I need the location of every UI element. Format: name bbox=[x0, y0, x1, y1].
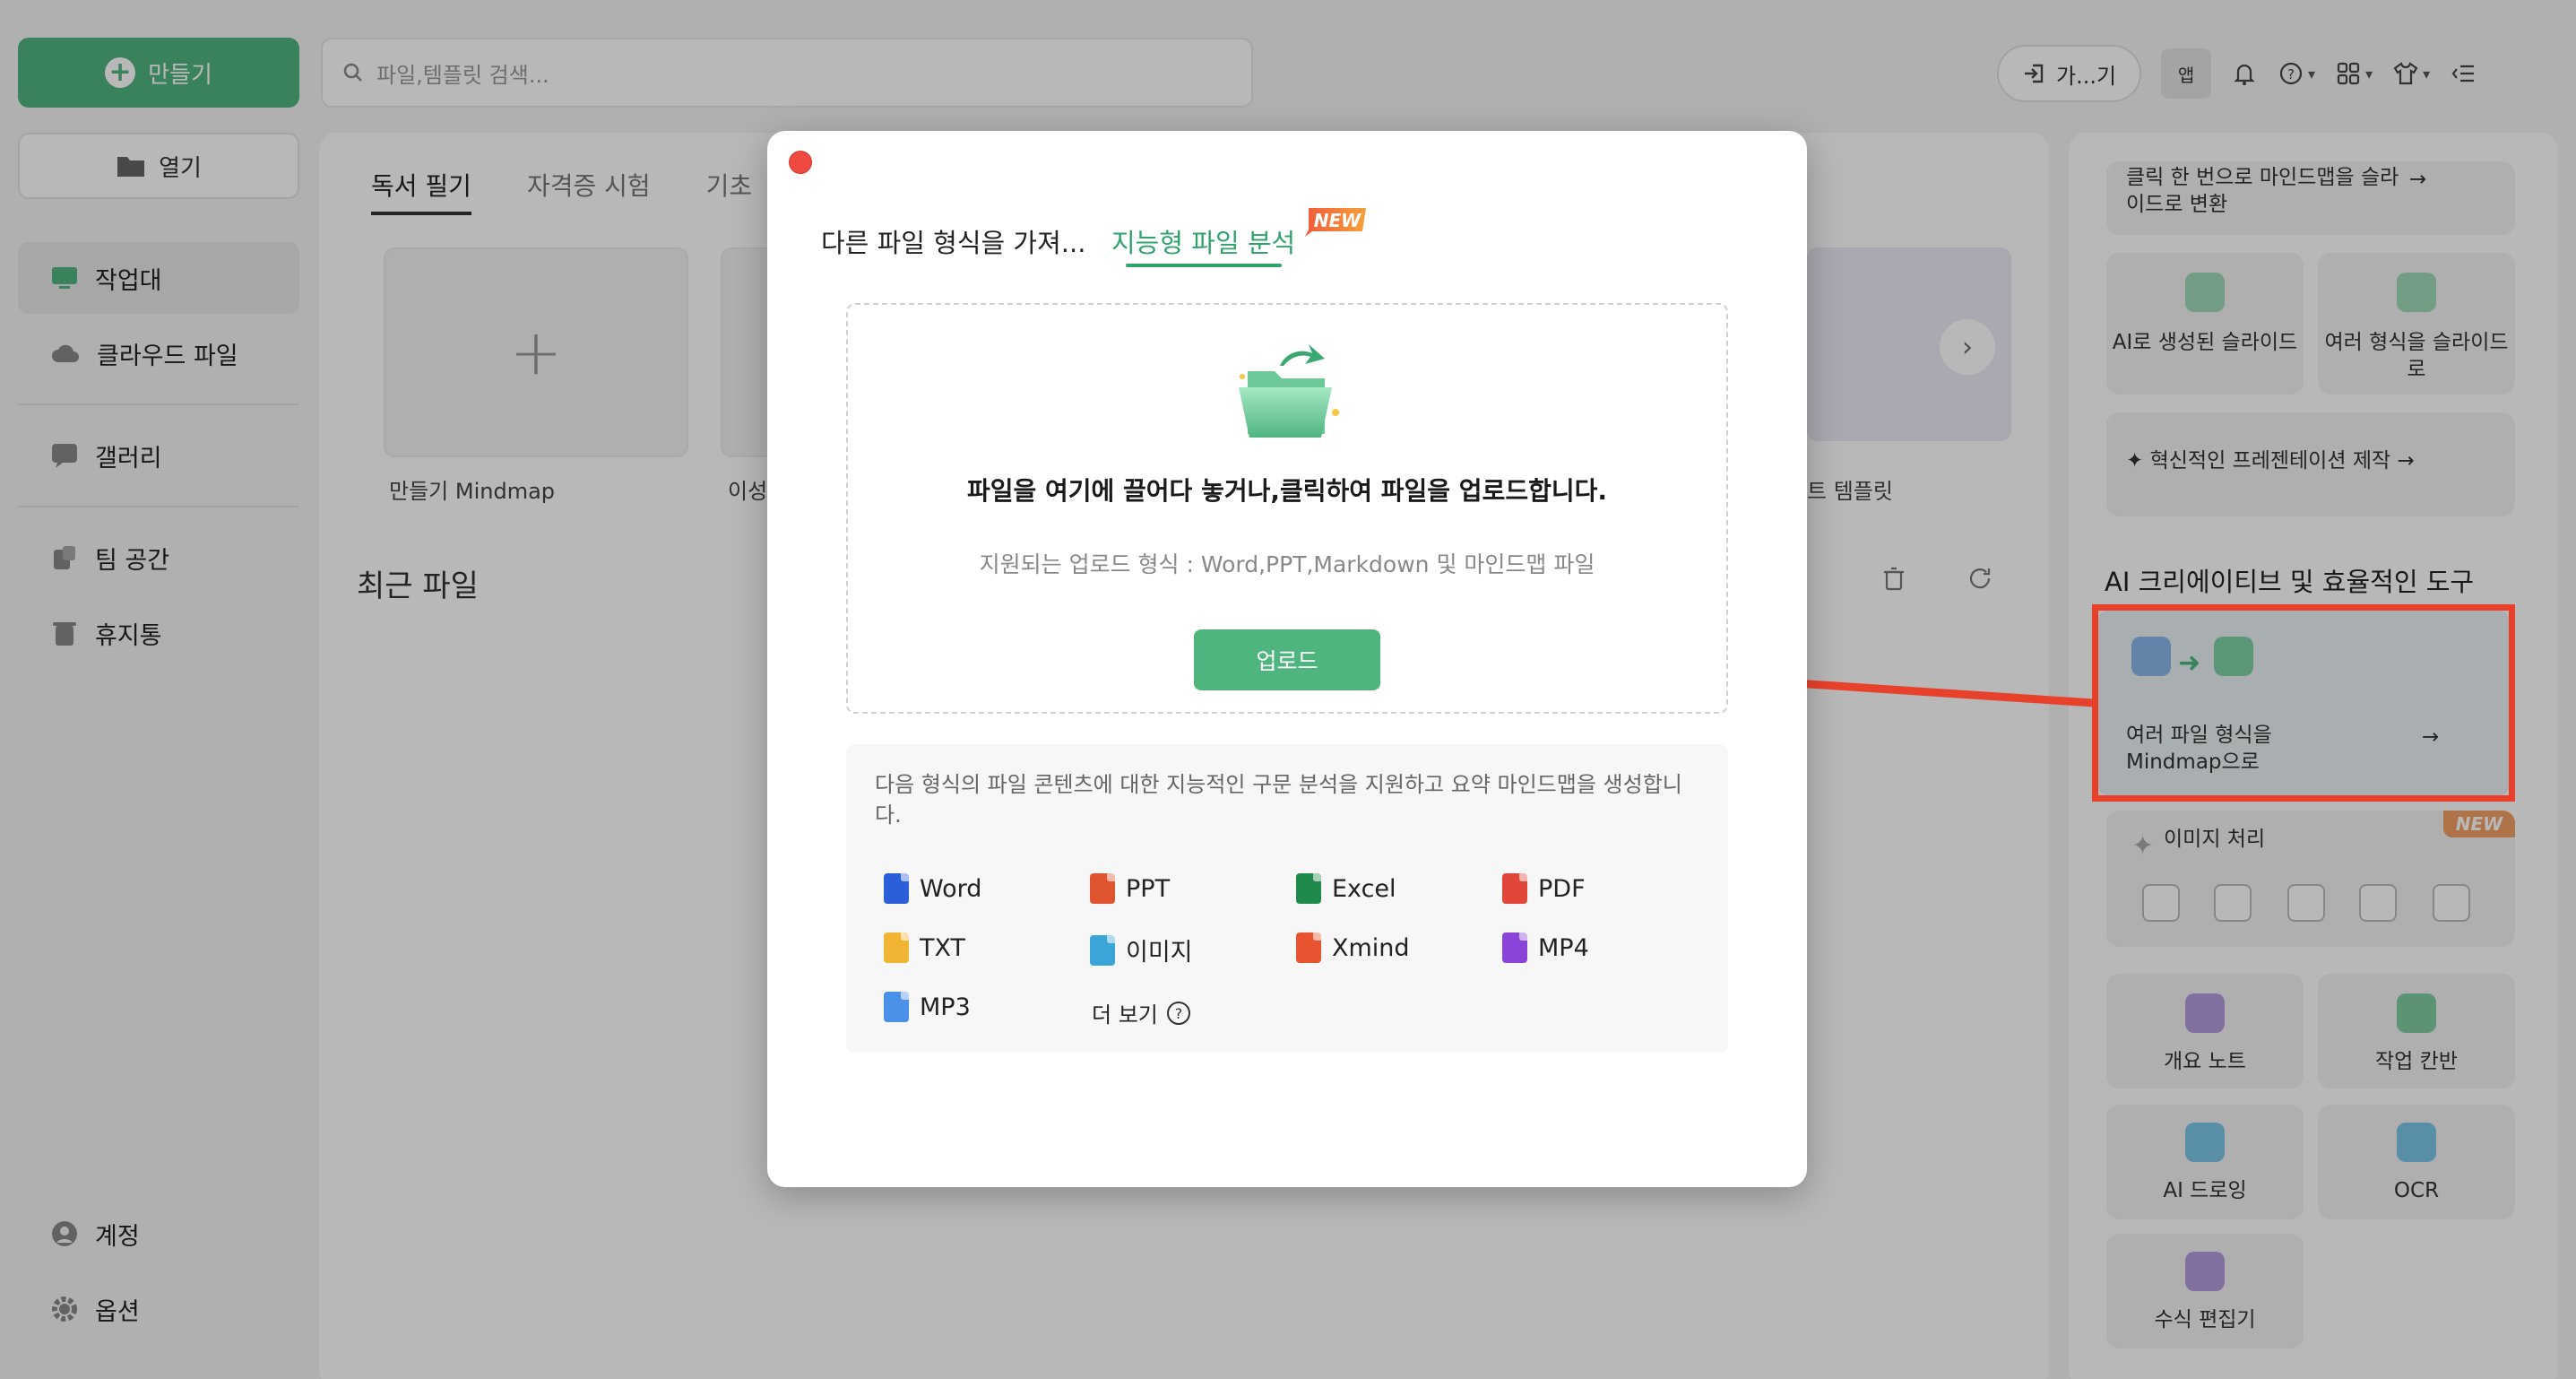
format-excel: Excel bbox=[1296, 873, 1396, 904]
tab-import-formats[interactable]: 다른 파일 형식을 가져... bbox=[821, 222, 1085, 260]
format-pdf: PDF bbox=[1502, 873, 1586, 904]
mp3-icon bbox=[884, 992, 909, 1022]
more-formats-link[interactable]: 더 보기 ? bbox=[1092, 997, 1192, 1028]
format-label: MP3 bbox=[920, 993, 971, 1021]
format-label: 이미지 bbox=[1126, 939, 1193, 967]
format-label: MP4 bbox=[1538, 933, 1589, 962]
open-folder-icon bbox=[1235, 335, 1344, 445]
format-label: TXT bbox=[920, 933, 966, 962]
image-icon bbox=[1090, 934, 1115, 966]
upload-button[interactable]: 업로드 bbox=[1194, 629, 1380, 690]
format-word: Word bbox=[884, 873, 981, 904]
smart-analysis-description: 다음 형식의 파일 콘텐츠에 대한 지능적인 구문 분석을 지원하고 요약 마인… bbox=[875, 772, 1682, 828]
format-image: 이미지 bbox=[1090, 932, 1193, 967]
new-badge-label: NEW bbox=[1313, 210, 1361, 231]
close-icon[interactable] bbox=[789, 151, 812, 174]
format-mp4: MP4 bbox=[1502, 932, 1589, 963]
format-txt: TXT bbox=[884, 932, 965, 963]
help-circle-icon[interactable]: ? bbox=[1165, 1000, 1192, 1027]
active-tab-indicator bbox=[1126, 264, 1282, 267]
supported-formats-text: 지원되는 업로드 형식 : Word,PPT,Markdown 및 마인드맵 파… bbox=[979, 551, 1595, 577]
new-badge: NEW bbox=[1303, 206, 1368, 239]
drop-zone-title: 파일을 여기에 끌어다 놓거나,클릭하여 파일을 업로드합니다. bbox=[966, 476, 1608, 506]
mp4-icon bbox=[1502, 932, 1527, 963]
excel-icon bbox=[1296, 873, 1321, 904]
more-label: 더 보기 bbox=[1092, 1002, 1158, 1028]
xmind-icon bbox=[1296, 932, 1321, 963]
format-mp3: MP3 bbox=[884, 992, 971, 1022]
format-xmind: Xmind bbox=[1296, 932, 1410, 963]
txt-icon bbox=[884, 932, 909, 963]
ppt-icon bbox=[1090, 873, 1115, 904]
format-ppt: PPT bbox=[1090, 873, 1170, 904]
pdf-icon bbox=[1502, 873, 1527, 904]
format-label: Excel bbox=[1332, 874, 1396, 903]
format-label: Xmind bbox=[1332, 933, 1410, 962]
tab-smart-analysis[interactable]: 지능형 파일 분석 bbox=[1111, 222, 1295, 260]
format-label: PDF bbox=[1538, 874, 1586, 903]
format-label: Word bbox=[920, 874, 982, 903]
word-icon bbox=[884, 873, 909, 904]
format-label: PPT bbox=[1126, 874, 1171, 903]
svg-text:?: ? bbox=[1175, 1005, 1183, 1022]
